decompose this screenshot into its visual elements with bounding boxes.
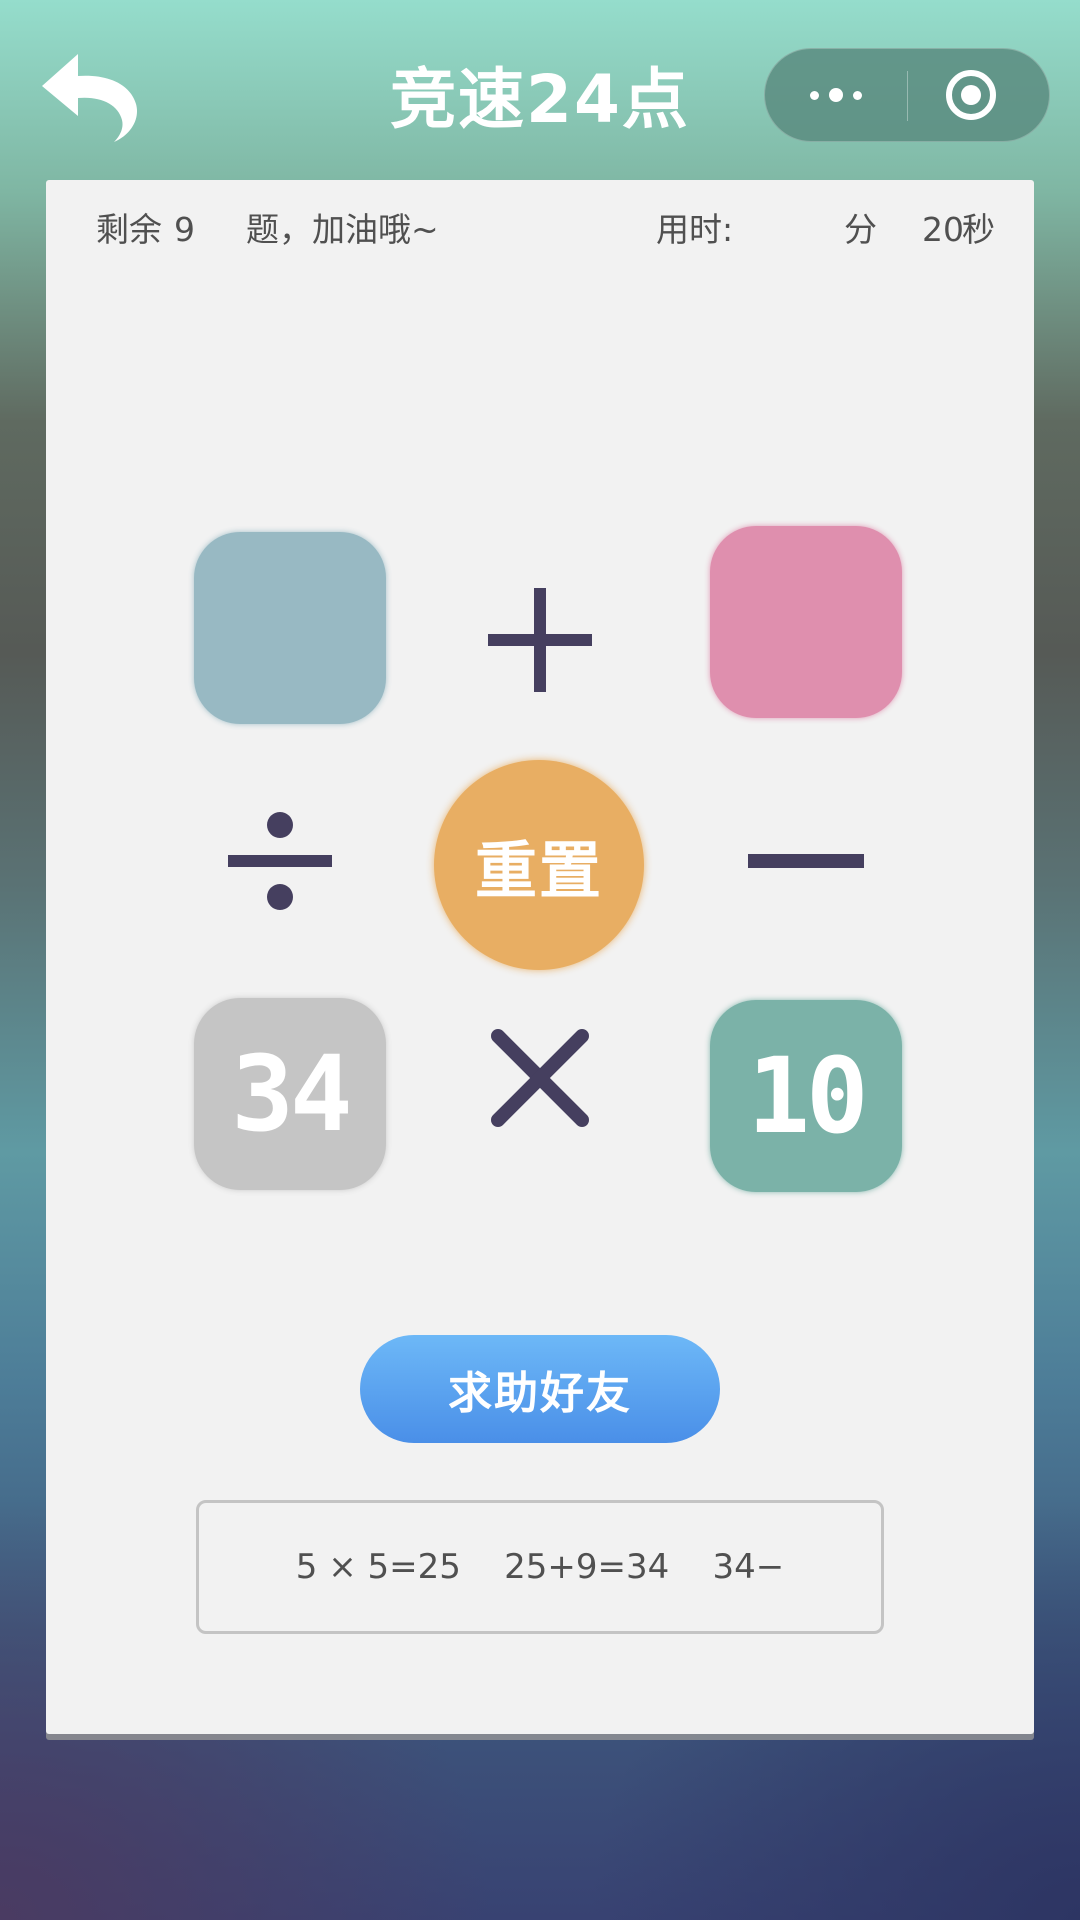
number-tile-top-right[interactable] xyxy=(710,526,902,718)
page-title: 竞速24点 xyxy=(390,61,690,138)
target-circle-icon[interactable] xyxy=(943,67,999,123)
more-dots-icon[interactable] xyxy=(765,49,907,141)
number-tile-bottom-right[interactable]: 10 xyxy=(710,1000,902,1192)
game-card: 剩余 9 题，加油哦~ 用时: 分 20 秒 34 10 重置 求助好友 5 ×… xyxy=(46,180,1034,1734)
record-text: 5 × 5=25 25+9=34 34− xyxy=(295,1547,785,1587)
number-tile-bottom-left[interactable]: 34 xyxy=(194,998,386,1190)
calculation-record: 5 × 5=25 25+9=34 34− xyxy=(196,1500,884,1634)
seconds-value: 20 xyxy=(922,210,964,249)
seconds-unit: 秒 xyxy=(962,210,995,249)
time-label: 用时: xyxy=(656,210,734,249)
ask-friend-button[interactable]: 求助好友 xyxy=(360,1335,720,1443)
mini-program-capsule xyxy=(764,48,1050,142)
minutes-unit: 分 xyxy=(844,210,877,249)
capsule-divider xyxy=(907,71,908,121)
reset-button[interactable]: 重置 xyxy=(434,760,644,970)
divide-icon[interactable] xyxy=(220,802,340,922)
minus-icon[interactable] xyxy=(746,802,866,922)
number-tile-top-left[interactable] xyxy=(194,532,386,724)
times-icon[interactable] xyxy=(480,1018,600,1138)
remaining-count: 9 xyxy=(174,210,195,249)
remaining-prefix: 剩余 xyxy=(96,210,162,249)
remaining-suffix: 题，加油哦~ xyxy=(246,210,439,249)
back-arrow-icon[interactable] xyxy=(38,46,142,146)
plus-icon[interactable] xyxy=(480,580,600,700)
